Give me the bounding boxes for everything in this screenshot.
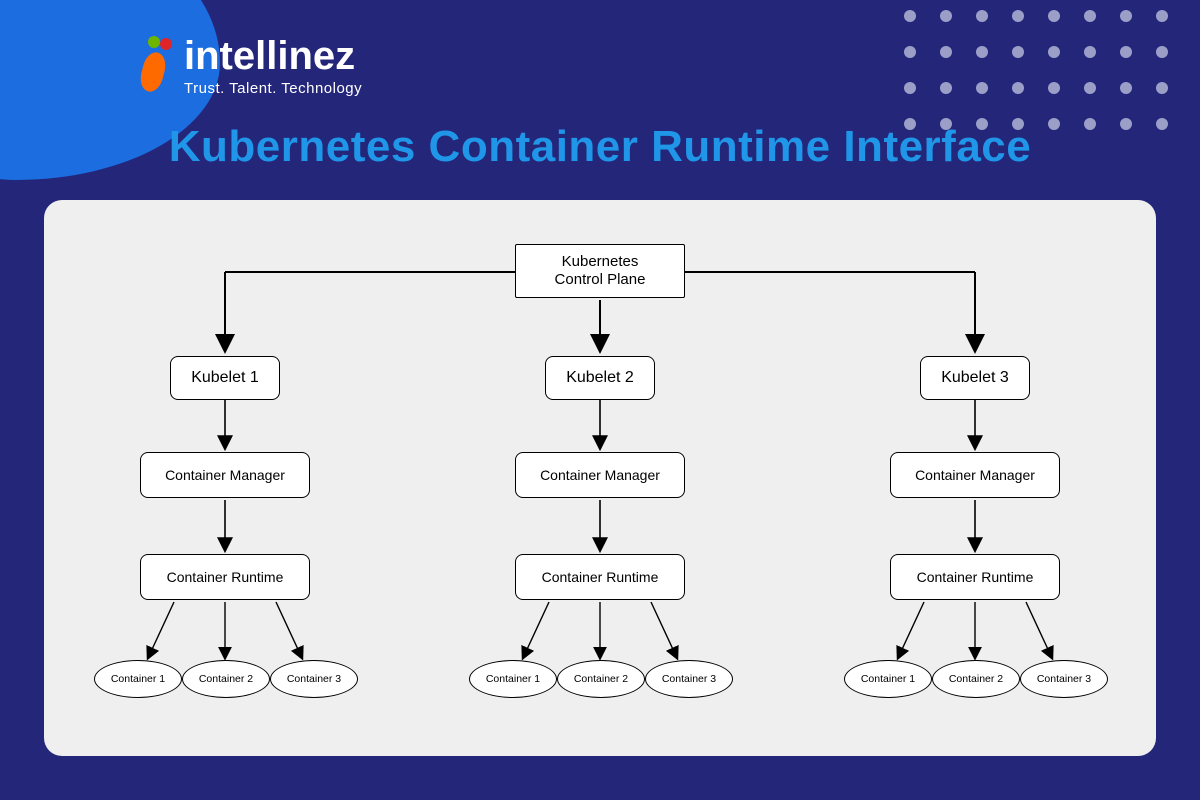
node-container-a2: Container 2 — [182, 660, 270, 698]
node-container-manager-1: Container Manager — [140, 452, 310, 498]
brand-name: intellinez — [184, 36, 362, 76]
node-container-c1: Container 1 — [844, 660, 932, 698]
node-container-runtime-3: Container Runtime — [890, 554, 1060, 600]
node-container-manager-3: Container Manager — [890, 452, 1060, 498]
brand-tagline: Trust. Talent. Technology — [184, 80, 362, 97]
node-kubelet-3: Kubelet 3 — [920, 356, 1030, 400]
node-container-b1: Container 1 — [469, 660, 557, 698]
node-container-b3: Container 3 — [645, 660, 733, 698]
node-container-a3: Container 3 — [270, 660, 358, 698]
diagram-card: KubernetesControl Plane Kubelet 1 Contai… — [44, 200, 1156, 756]
node-container-b2: Container 2 — [557, 660, 645, 698]
node-container-a1: Container 1 — [94, 660, 182, 698]
page-title: Kubernetes Container Runtime Interface — [0, 122, 1200, 172]
node-control-plane: KubernetesControl Plane — [515, 244, 685, 298]
node-container-manager-2: Container Manager — [515, 452, 685, 498]
node-container-c2: Container 2 — [932, 660, 1020, 698]
logo: intellinez Trust. Talent. Technology — [130, 36, 362, 97]
node-kubelet-1: Kubelet 1 — [170, 356, 280, 400]
node-container-runtime-1: Container Runtime — [140, 554, 310, 600]
node-container-runtime-2: Container Runtime — [515, 554, 685, 600]
decorative-dot-grid — [904, 10, 1170, 132]
logo-icon — [130, 36, 174, 92]
node-kubelet-2: Kubelet 2 — [545, 356, 655, 400]
node-container-c3: Container 3 — [1020, 660, 1108, 698]
